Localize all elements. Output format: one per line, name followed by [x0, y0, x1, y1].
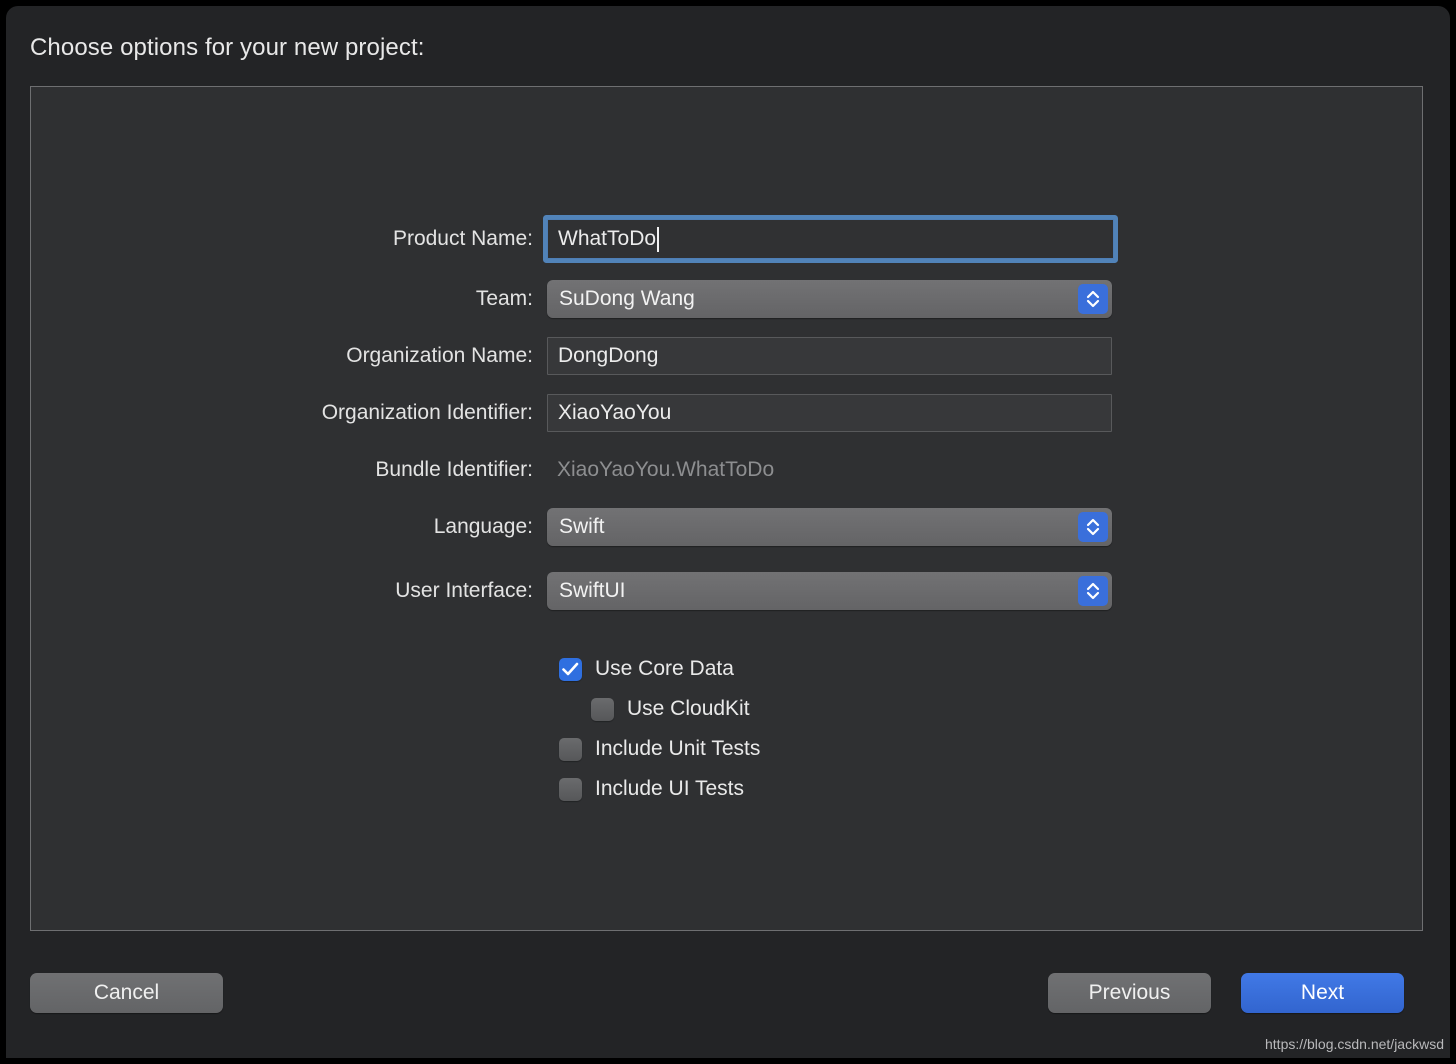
- checkbox-row-include-ui-tests[interactable]: Include UI Tests: [559, 769, 760, 809]
- language-value: Swift: [559, 515, 605, 538]
- organization-identifier-value: XiaoYaoYou: [558, 401, 672, 424]
- project-options-checkbox-group: Use Core Data Use CloudKit Include Unit …: [559, 649, 760, 809]
- product-name-value: WhatToDo: [558, 227, 657, 250]
- text-cursor: [657, 226, 660, 252]
- checkbox-use-cloudkit[interactable]: [591, 697, 614, 721]
- form-row-organization-identifier: Organization Identifier: XiaoYaoYou: [31, 393, 1422, 433]
- team-label: Team:: [475, 287, 533, 310]
- new-project-options-window: Choose options for your new project: Pro…: [6, 6, 1450, 1058]
- form-row-bundle-identifier: Bundle Identifier: XiaoYaoYou.WhatToDo: [31, 450, 1422, 490]
- chevron-updown-icon[interactable]: [1078, 576, 1108, 606]
- organization-name-input[interactable]: DongDong: [547, 337, 1112, 375]
- user-interface-control: SwiftUI: [547, 572, 1112, 610]
- options-panel: Product Name: WhatToDo Team: SuDong Wang: [30, 86, 1423, 931]
- project-options-form: Product Name: WhatToDo Team: SuDong Wang: [31, 219, 1422, 611]
- user-interface-label: User Interface:: [395, 579, 533, 602]
- checkbox-row-use-core-data[interactable]: Use Core Data: [559, 649, 760, 689]
- language-label: Language:: [433, 515, 533, 538]
- organization-identifier-label: Organization Identifier:: [321, 401, 533, 424]
- previous-button[interactable]: Previous: [1048, 973, 1211, 1013]
- checkbox-label-include-unit-tests: Include Unit Tests: [595, 737, 761, 760]
- checkbox-label-use-cloudkit: Use CloudKit: [627, 697, 750, 720]
- organization-name-label: Organization Name:: [346, 344, 533, 367]
- chevron-updown-icon[interactable]: [1078, 284, 1108, 314]
- bundle-identifier-control: XiaoYaoYou.WhatToDo: [547, 451, 1112, 489]
- checkbox-include-unit-tests[interactable]: [559, 737, 582, 761]
- watermark-url: https://blog.csdn.net/jackwsd: [1265, 1036, 1444, 1052]
- checkbox-row-include-unit-tests[interactable]: Include Unit Tests: [559, 729, 760, 769]
- language-control: Swift: [547, 508, 1112, 546]
- checkbox-row-use-cloudkit[interactable]: Use CloudKit: [559, 689, 760, 729]
- checkbox-use-core-data[interactable]: [559, 657, 582, 681]
- form-row-product-name: Product Name: WhatToDo: [31, 219, 1422, 259]
- product-name-control: WhatToDo: [547, 219, 1114, 259]
- bundle-identifier-value: XiaoYaoYou.WhatToDo: [557, 458, 775, 481]
- checkbox-include-ui-tests[interactable]: [559, 777, 582, 801]
- organization-name-control: DongDong: [547, 337, 1112, 375]
- organization-name-value: DongDong: [558, 344, 659, 367]
- language-select[interactable]: Swift: [547, 508, 1112, 546]
- form-row-user-interface: User Interface: SwiftUI: [31, 571, 1422, 611]
- page-title: Choose options for your new project:: [30, 34, 425, 61]
- user-interface-select[interactable]: SwiftUI: [547, 572, 1112, 610]
- bundle-identifier-label: Bundle Identifier:: [375, 458, 533, 481]
- checkbox-label-use-core-data: Use Core Data: [595, 657, 734, 680]
- checkbox-label-include-ui-tests: Include UI Tests: [595, 777, 745, 800]
- form-row-organization-name: Organization Name: DongDong: [31, 336, 1422, 376]
- product-name-input[interactable]: WhatToDo: [547, 219, 1114, 259]
- organization-identifier-input[interactable]: XiaoYaoYou: [547, 394, 1112, 432]
- next-button[interactable]: Next: [1241, 973, 1404, 1013]
- product-name-label: Product Name:: [392, 227, 533, 250]
- form-row-language: Language: Swift: [31, 507, 1422, 547]
- chevron-updown-icon[interactable]: [1078, 512, 1108, 542]
- organization-identifier-control: XiaoYaoYou: [547, 394, 1112, 432]
- team-select[interactable]: SuDong Wang: [547, 280, 1112, 318]
- team-value: SuDong Wang: [559, 287, 695, 310]
- cancel-button[interactable]: Cancel: [30, 973, 223, 1013]
- form-row-team: Team: SuDong Wang: [31, 279, 1422, 319]
- user-interface-value: SwiftUI: [559, 579, 626, 602]
- team-control: SuDong Wang: [547, 280, 1112, 318]
